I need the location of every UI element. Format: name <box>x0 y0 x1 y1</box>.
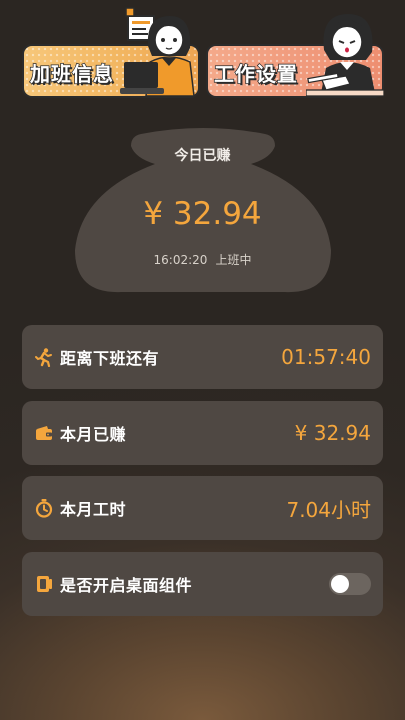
time-until-off-row: 距离下班还有 01:57:40 <box>22 325 383 389</box>
overtime-info-label: 加班信息 <box>29 61 114 87</box>
stopwatch-icon <box>34 498 54 518</box>
month-hours-value: 7.04小时 <box>286 497 371 522</box>
today-earned-title: 今日已赚 <box>174 148 231 164</box>
wallet-icon <box>34 423 54 443</box>
widget-icon <box>34 574 54 594</box>
month-hours-row: 本月工时 7.04小时 <box>22 476 383 540</box>
today-earned-amount: ¥ 32.94 <box>143 196 262 232</box>
time-until-off-label: 距离下班还有 <box>60 349 160 368</box>
work-status-line: 16:02:20 上班中 <box>0 251 405 268</box>
month-earned-label: 本月已赚 <box>60 425 127 444</box>
desktop-widget-toggle[interactable] <box>329 573 371 595</box>
month-hours-label: 本月工时 <box>60 500 127 519</box>
desktop-widget-label: 是否开启桌面组件 <box>60 576 193 595</box>
work-status-text: 上班中 <box>215 253 252 267</box>
desktop-widget-row: 是否开启桌面组件 <box>22 552 383 616</box>
toggle-knob <box>331 575 349 593</box>
work-settings-label: 工作设置 <box>213 61 298 87</box>
overtime-info-button[interactable]: 加班信息 <box>22 6 200 98</box>
settings-illustration-icon <box>306 14 384 98</box>
running-person-icon <box>34 347 54 367</box>
time-until-off-value: 01:57:40 <box>281 345 371 369</box>
month-earned-value: ¥ 32.94 <box>294 421 371 445</box>
overtime-illustration-icon <box>120 7 195 97</box>
work-settings-button[interactable]: 工作设置 <box>206 6 384 98</box>
month-earned-row: 本月已赚 ¥ 32.94 <box>22 401 383 465</box>
current-time: 16:02:20 <box>153 253 208 267</box>
